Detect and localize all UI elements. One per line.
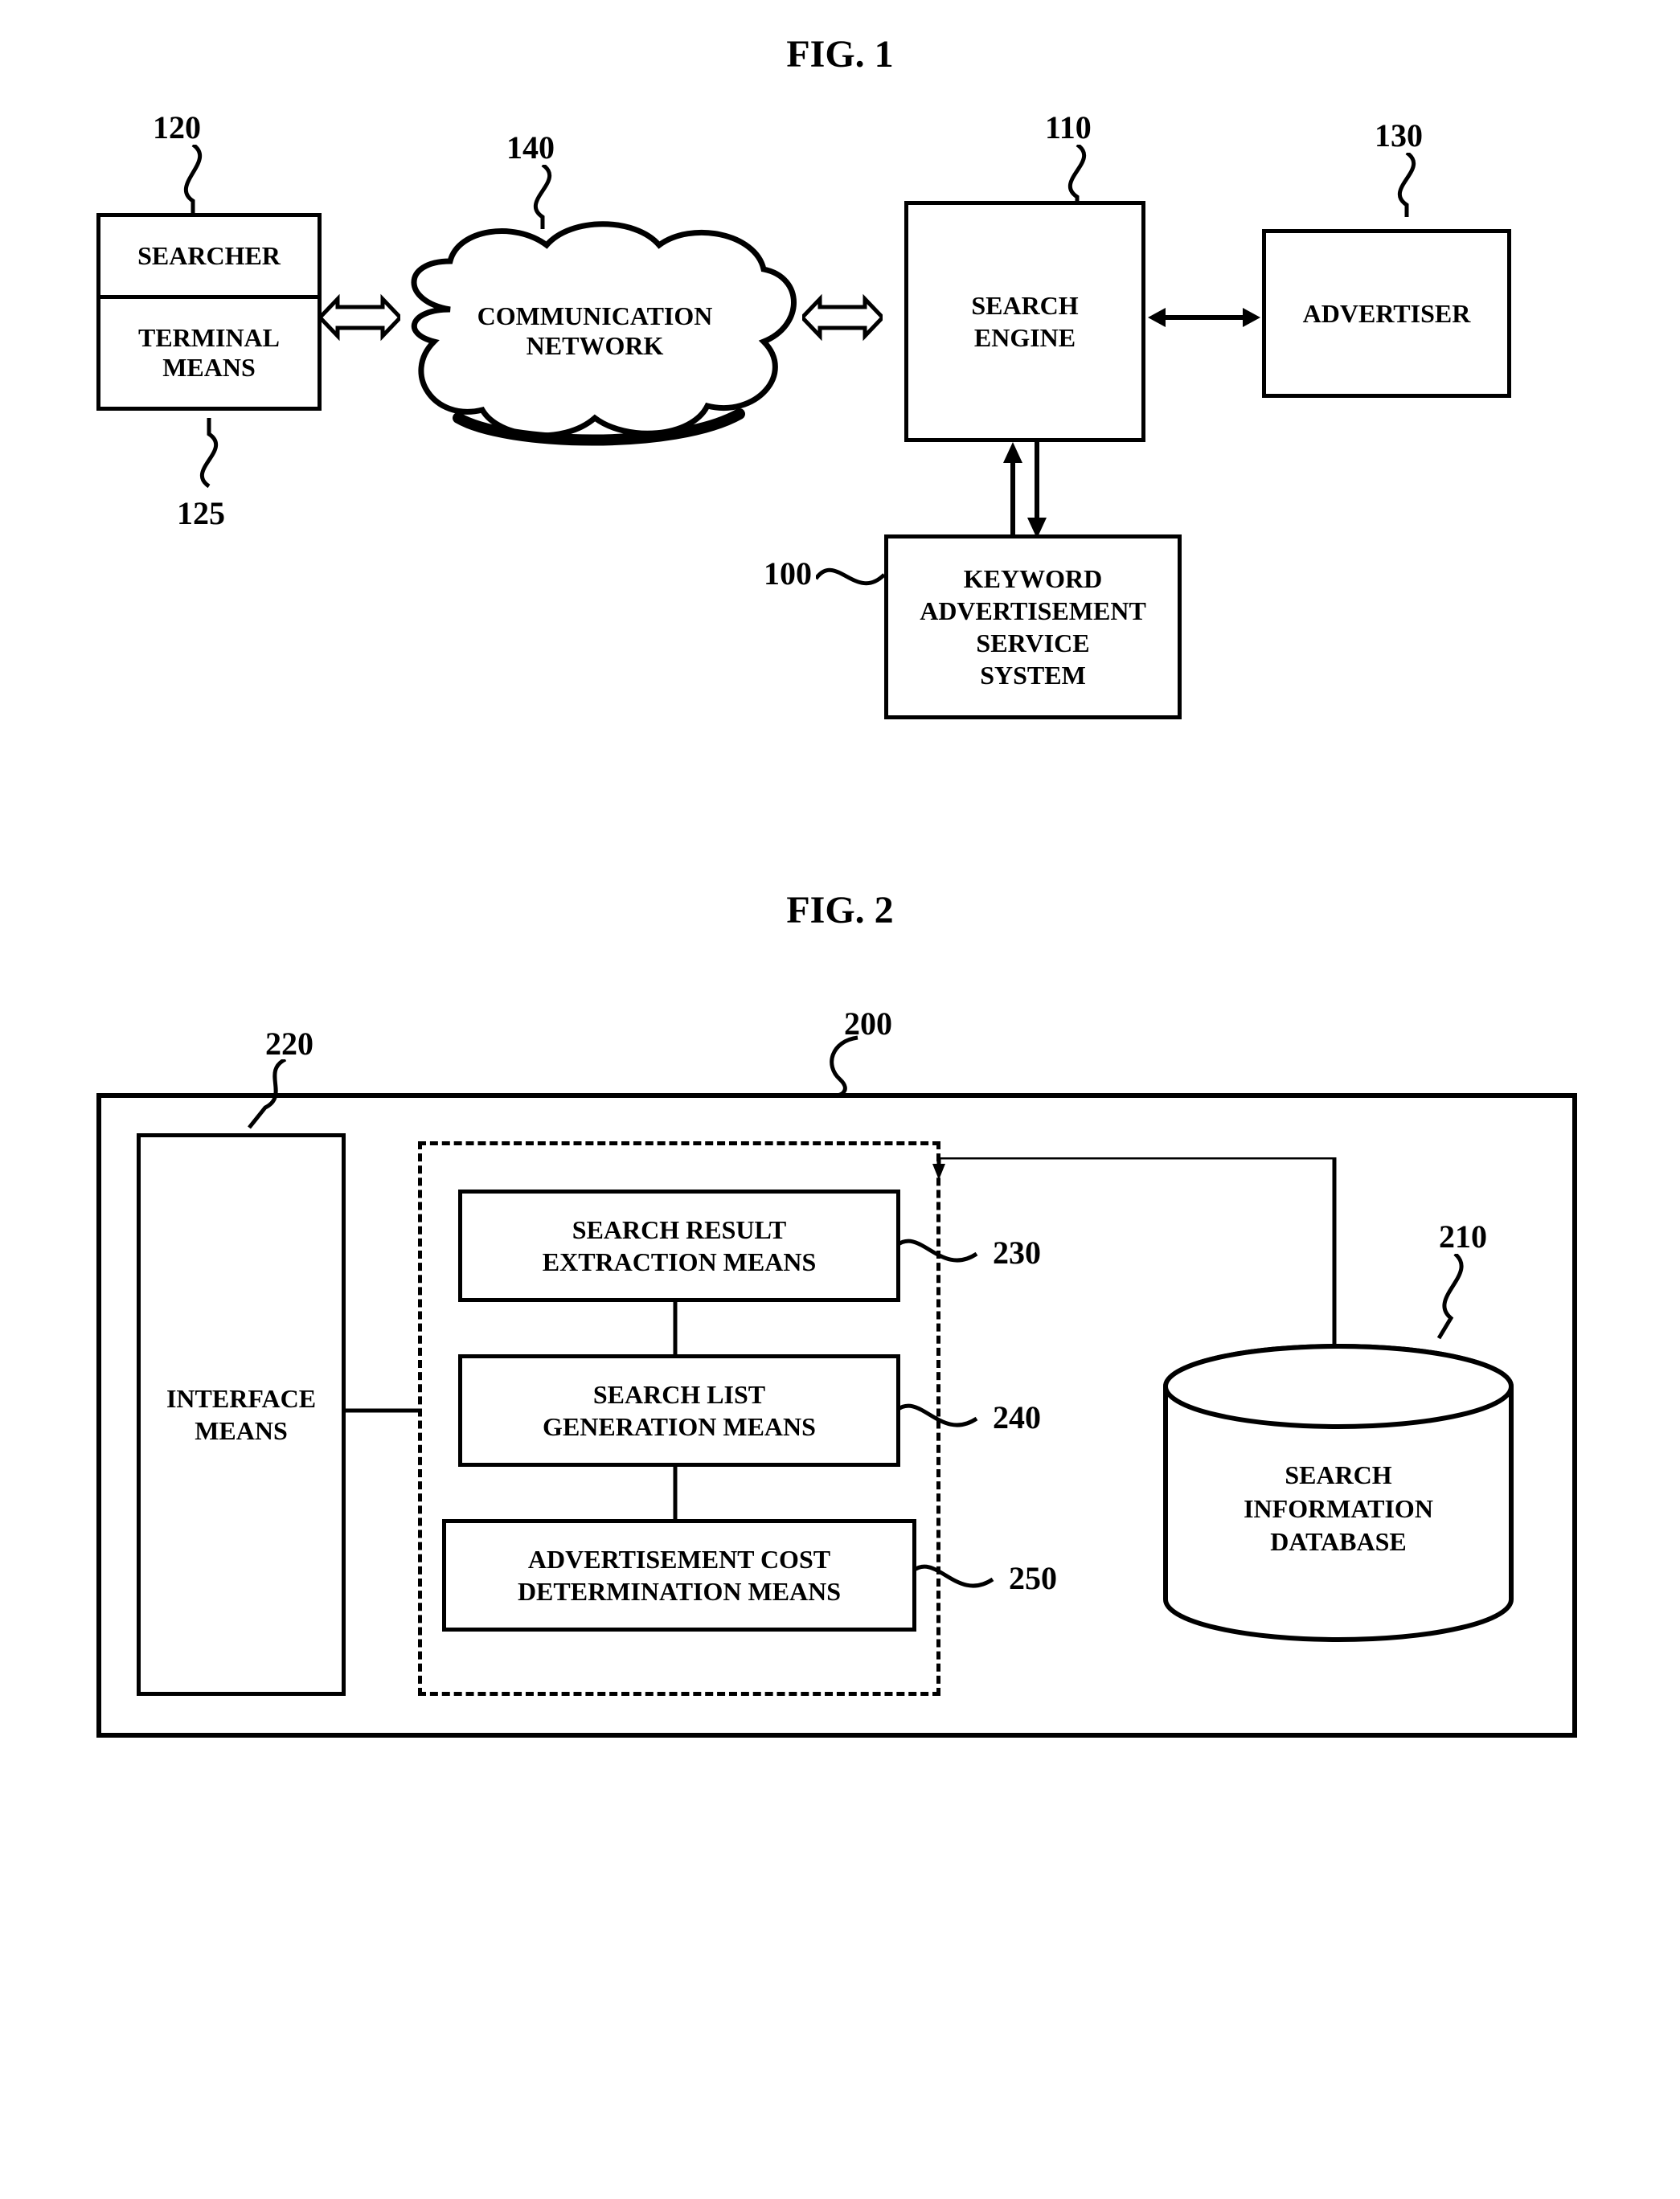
interface-box: INTERFACE MEANS [137, 1133, 346, 1696]
connector-slg-acd [671, 1463, 679, 1519]
acd-l1: ADVERTISEMENT COST [528, 1543, 830, 1575]
leader-125 [193, 418, 241, 490]
searcher-cell: SEARCHER [100, 217, 318, 295]
kass-l1: KEYWORD [964, 563, 1102, 595]
search-engine-box: SEARCH ENGINE [904, 201, 1145, 442]
advertiser-text: ADVERTISER [1303, 297, 1471, 330]
arrow-searcher-cloud [320, 289, 400, 346]
label-140: 140 [506, 129, 555, 166]
label-100: 100 [764, 555, 812, 592]
arrow-group-db [932, 1157, 1342, 1366]
sre-l2: EXTRACTION MEANS [543, 1246, 816, 1278]
kass-l3: SERVICE [976, 627, 1089, 659]
label-120: 120 [153, 109, 201, 146]
leader-250 [912, 1559, 1001, 1603]
label-210: 210 [1439, 1218, 1487, 1255]
slg-l2: GENERATION MEANS [543, 1411, 816, 1443]
cloud-box: COMMUNICATION NETWORK [386, 213, 804, 458]
advertiser-box: ADVERTISER [1262, 229, 1511, 398]
leader-240 [896, 1398, 985, 1443]
acd-box: ADVERTISEMENT COST DETERMINATION MEANS [442, 1519, 916, 1632]
fig1-title: FIG. 1 [32, 32, 1648, 76]
db-l3: DATABASE [1270, 1527, 1407, 1556]
leader-130 [1391, 153, 1439, 217]
label-110: 110 [1045, 109, 1092, 146]
db-l2: INFORMATION [1244, 1494, 1433, 1523]
kass-l2: ADVERTISEMENT [920, 595, 1146, 627]
fig2-title: FIG. 2 [32, 888, 1648, 932]
label-240: 240 [993, 1398, 1041, 1436]
fig2-diagram: 200 220 INTERFACE MEANS SEARCH RESULT EX… [32, 997, 1648, 1881]
leader-120 [177, 145, 225, 217]
leader-200 [808, 1033, 872, 1097]
arrow-cloud-engine [802, 289, 883, 346]
search-engine-l2: ENGINE [974, 321, 1076, 354]
interface-l1: INTERFACE [166, 1382, 316, 1415]
leader-210 [1419, 1254, 1475, 1342]
sre-l1: SEARCH RESULT [572, 1214, 786, 1246]
label-130: 130 [1375, 117, 1423, 154]
label-220: 220 [265, 1025, 313, 1063]
cloud-line2: NETWORK [527, 331, 664, 360]
acd-l2: DETERMINATION MEANS [518, 1575, 841, 1607]
label-125: 125 [177, 494, 225, 532]
terminal-text: TERMINAL MEANS [138, 323, 280, 382]
fig1-diagram: 120 140 110 130 SEARCHER TERMINAL MEANS [32, 84, 1648, 888]
slg-l1: SEARCH LIST [593, 1378, 765, 1411]
database-text: SEARCH INFORMATION DATABASE [1166, 1459, 1511, 1559]
terminal-cell: TERMINAL MEANS [100, 295, 318, 407]
db-l1: SEARCH [1285, 1460, 1391, 1489]
label-250: 250 [1009, 1559, 1057, 1597]
connector-sre-slg [671, 1298, 679, 1354]
kass-l4: SYSTEM [980, 659, 1086, 691]
leader-110 [1061, 145, 1109, 209]
connector-interface-group [342, 1407, 422, 1415]
cloud-line1: COMMUNICATION [477, 301, 713, 330]
cloud-text: COMMUNICATION NETWORK [434, 301, 756, 361]
arrow-engine-kass [989, 442, 1061, 538]
interface-l2: MEANS [195, 1415, 288, 1447]
leader-100 [816, 559, 888, 599]
sre-box: SEARCH RESULT EXTRACTION MEANS [458, 1190, 900, 1302]
slg-box: SEARCH LIST GENERATION MEANS [458, 1354, 900, 1467]
kass-box: KEYWORD ADVERTISEMENT SERVICE SYSTEM [884, 534, 1182, 719]
search-engine-l1: SEARCH [971, 289, 1078, 321]
searcher-terminal-box: SEARCHER TERMINAL MEANS [96, 213, 322, 411]
arrow-engine-advertiser [1148, 301, 1260, 334]
